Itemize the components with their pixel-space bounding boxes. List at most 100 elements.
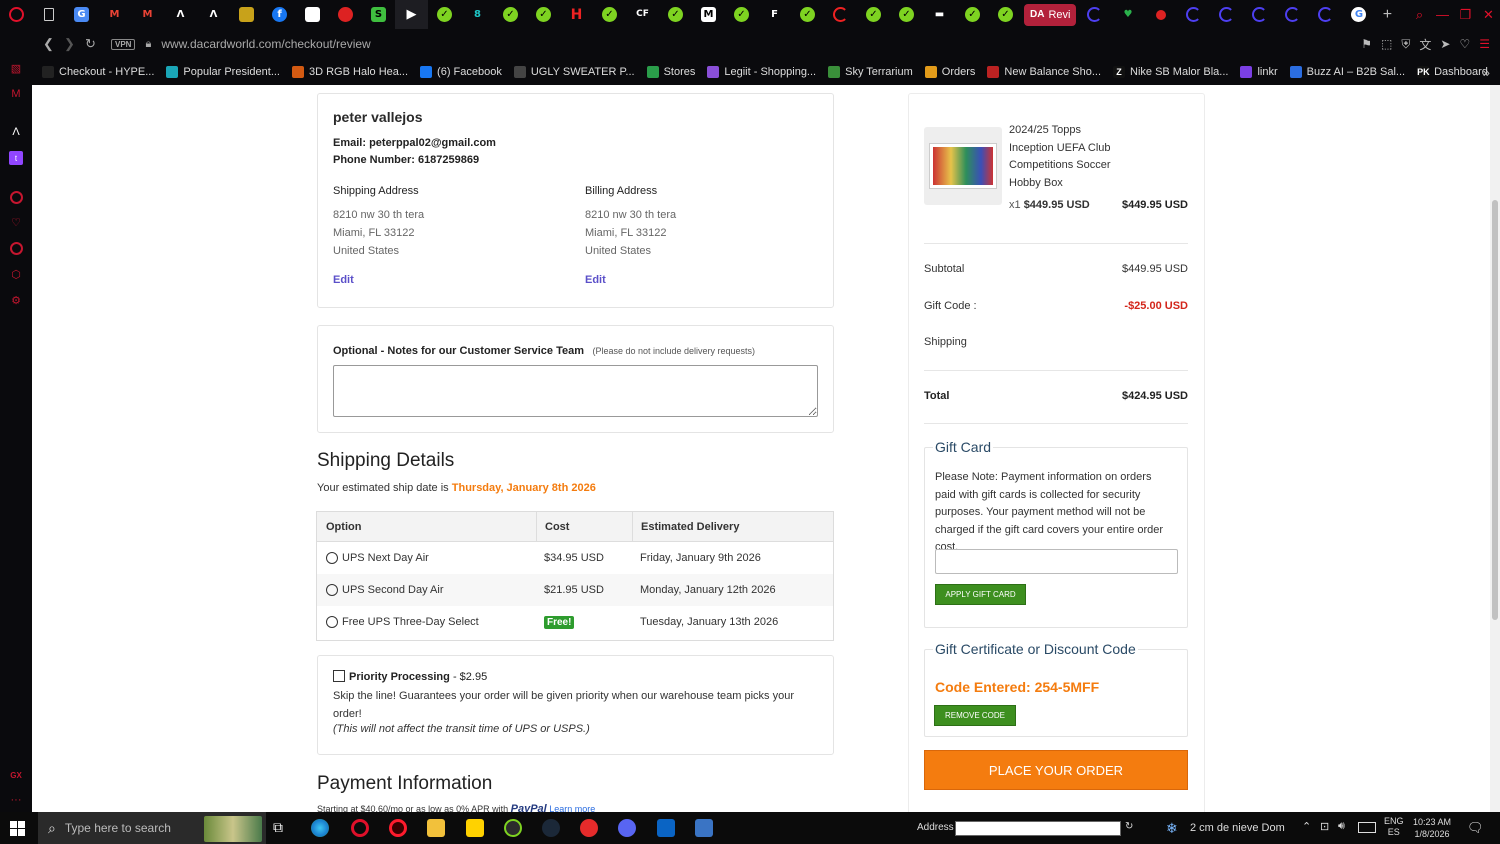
vpn-badge[interactable]: VPN	[111, 38, 136, 50]
tab-check-2[interactable]: ✓	[494, 0, 527, 29]
sidebar-gmail-icon[interactable]: M	[9, 87, 23, 101]
volume-icon[interactable]: 🔊︎	[1338, 820, 1345, 833]
sidebar-aria-icon[interactable]: Λ	[9, 125, 23, 139]
tab-site-heart[interactable]: ♥	[1111, 0, 1144, 29]
edit-billing-address-link[interactable]: Edit	[585, 274, 676, 286]
send-icon[interactable]: ➤	[1440, 37, 1450, 51]
task-view-icon[interactable]: ⧉	[273, 819, 291, 837]
bookmark-item[interactable]: Checkout - HYPE...	[42, 66, 154, 78]
tab-site-blue-c5[interactable]	[1276, 0, 1309, 29]
tab-check-7[interactable]: ✓	[791, 0, 824, 29]
favorite-heart-icon[interactable]: ♡	[1459, 37, 1470, 51]
translate-icon[interactable]: 文	[1419, 36, 1431, 53]
steam-icon[interactable]	[542, 819, 560, 837]
tab-check-9[interactable]: ✓	[890, 0, 923, 29]
menu-icon[interactable]: ☰	[1479, 37, 1490, 51]
product-thumbnail[interactable]	[924, 127, 1002, 205]
tab-lambda-1[interactable]: Λ	[164, 0, 197, 29]
shipping-radio[interactable]	[326, 552, 338, 564]
tab-new-page[interactable]	[32, 0, 65, 29]
tab-lambda-2[interactable]: Λ	[197, 0, 230, 29]
tab-translate[interactable]: G	[65, 0, 98, 29]
forward-button[interactable]: ❯	[59, 36, 80, 52]
notifications-icon[interactable]: 🗨︎	[1467, 820, 1484, 836]
tab-check-4[interactable]: ✓	[593, 0, 626, 29]
tab-site-red[interactable]	[329, 0, 362, 29]
sticky-notes-icon[interactable]	[466, 819, 484, 837]
bookmark-item[interactable]: New Balance Sho...	[987, 66, 1101, 78]
sidebar-heart-icon[interactable]: ♡	[9, 215, 23, 229]
shipping-option-row[interactable]: UPS Next Day Air $34.95 USD Friday, Janu…	[317, 542, 833, 574]
bookmark-item[interactable]: (6) Facebook	[420, 66, 502, 78]
network-icon[interactable]: ⊡	[1320, 820, 1329, 833]
product-name[interactable]: 2024/25 Topps Inception UEFA Club Compet…	[1009, 122, 1129, 192]
tab-site-teal[interactable]: 8	[461, 0, 494, 29]
reload-button[interactable]: ↻	[80, 36, 101, 52]
remove-code-button[interactable]: REMOVE CODE	[934, 705, 1016, 726]
start-button[interactable]	[10, 821, 25, 836]
tab-site-cf[interactable]: CF	[626, 0, 659, 29]
sidebar-twitch-icon[interactable]: t	[9, 151, 23, 165]
tab-check-1[interactable]: ✓	[428, 0, 461, 29]
chevron-up-icon[interactable]: ⌃	[1302, 820, 1311, 833]
bookmark-item[interactable]: 3D RGB Halo Hea...	[292, 66, 408, 78]
bookmark-item[interactable]: Buzz AI – B2B Sal...	[1289, 66, 1405, 78]
tab-site-stripes[interactable]	[296, 0, 329, 29]
close-window-button[interactable]: ✕	[1477, 7, 1500, 23]
tab-site-blue-c6[interactable]	[1309, 0, 1342, 29]
shipping-radio[interactable]	[326, 584, 338, 596]
tab-facebook[interactable]: f	[263, 0, 296, 29]
tab-site-h[interactable]: H	[560, 0, 593, 29]
tab-site-green[interactable]: S	[362, 0, 395, 29]
tab-site-yellow[interactable]	[230, 0, 263, 29]
url-field[interactable]: www.dacardworld.com/checkout/review	[161, 37, 370, 51]
priority-checkbox[interactable]	[333, 670, 345, 682]
shipping-option-row[interactable]: UPS Second Day Air $21.95 USD Monday, Ja…	[317, 574, 833, 606]
tab-active-dacardworld[interactable]: DA Revi	[1024, 3, 1077, 26]
tab-site-dash[interactable]: ▬	[923, 0, 956, 29]
tab-check-10[interactable]: ✓	[956, 0, 989, 29]
back-button[interactable]: ❮	[38, 36, 59, 52]
lock-icon[interactable]: 🔒︎	[145, 38, 151, 51]
shipping-radio[interactable]	[326, 616, 338, 628]
tab-check-3[interactable]: ✓	[527, 0, 560, 29]
new-tab-button[interactable]: +	[1375, 0, 1399, 29]
file-explorer-icon[interactable]	[427, 819, 445, 837]
bookmark-item[interactable]: Sky Terrarium	[828, 66, 913, 78]
opera-icon[interactable]	[389, 819, 407, 837]
scrollbar-thumb[interactable]	[1492, 200, 1498, 620]
sidebar-more-icon[interactable]: ···	[9, 793, 23, 807]
bookmark-item[interactable]: Orders	[924, 66, 975, 78]
tab-check-5[interactable]: ✓	[659, 0, 692, 29]
tab-check-11[interactable]: ✓	[989, 0, 1022, 29]
shipping-option-row[interactable]: Free UPS Three-Day Select Free! Tuesday,…	[317, 606, 833, 638]
sidebar-gx-icon[interactable]: GX	[9, 768, 23, 782]
weather-text[interactable]: 2 cm de nieve Dom	[1190, 822, 1285, 834]
clock[interactable]: 10:23 AM 1/8/2026	[1412, 816, 1452, 840]
tab-site-blue-c1[interactable]	[1078, 0, 1111, 29]
notes-textarea[interactable]	[333, 365, 818, 417]
restore-button[interactable]: ❐	[1454, 7, 1477, 23]
search-tabs-icon[interactable]: ⌕	[1408, 7, 1431, 23]
tab-site-c[interactable]	[824, 0, 857, 29]
minimize-button[interactable]: —	[1431, 7, 1454, 22]
learn-more-link[interactable]: Learn more	[549, 804, 595, 812]
snapshot-icon[interactable]: ⬚	[1381, 37, 1392, 51]
tab-site-blue-c3[interactable]	[1210, 0, 1243, 29]
tab-gmail-2[interactable]: M	[131, 0, 164, 29]
apply-gift-card-button[interactable]: APPLY GIFT CARD	[935, 584, 1026, 605]
tab-gmail-1[interactable]: M	[98, 0, 131, 29]
bookmark-item[interactable]: Z Nike SB Malor Bla...	[1113, 66, 1228, 78]
bookmark-item[interactable]: Popular President...	[166, 66, 280, 78]
taskbar-search[interactable]: ⌕ Type here to search	[38, 812, 266, 844]
app-check-icon[interactable]	[504, 819, 522, 837]
tab-site-blue-c4[interactable]	[1243, 0, 1276, 29]
tab-site-blue-c2[interactable]	[1177, 0, 1210, 29]
tab-site-redball[interactable]	[1144, 0, 1177, 29]
gift-card-input[interactable]	[935, 549, 1178, 574]
edit-shipping-address-link[interactable]: Edit	[333, 274, 424, 286]
go-icon[interactable]: ↻	[1125, 821, 1133, 832]
weather-snow-icon[interactable]: ❄	[1166, 820, 1178, 837]
tab-check-6[interactable]: ✓	[725, 0, 758, 29]
bookmark-item[interactable]: Stores	[646, 66, 695, 78]
